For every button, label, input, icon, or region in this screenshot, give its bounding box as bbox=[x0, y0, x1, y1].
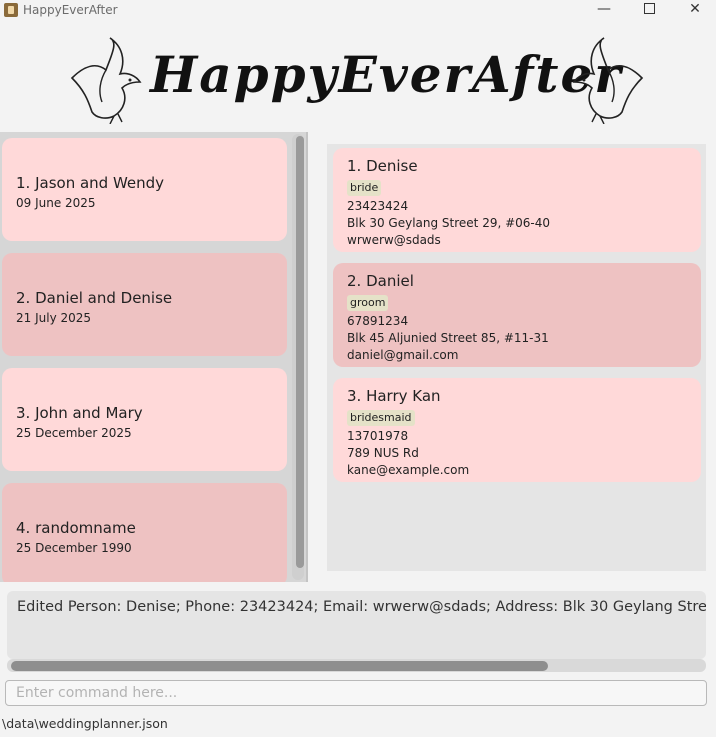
person-name: 3. Harry Kan bbox=[347, 387, 441, 405]
maximize-icon bbox=[643, 2, 655, 14]
wedding-date: 21 July 2025 bbox=[16, 311, 92, 325]
dove-right-icon bbox=[572, 37, 644, 124]
title-bar: HappyEverAfter — ✕ bbox=[0, 0, 716, 20]
person-phone: 23423424 bbox=[347, 199, 409, 213]
person-email: kane@example.com bbox=[347, 463, 470, 477]
person-address: Blk 45 Aljunied Street 85, #11-31 bbox=[347, 331, 549, 345]
wedding-card[interactable]: 1. Jason and Wendy 09 June 2025 bbox=[2, 138, 287, 241]
window-title: HappyEverAfter bbox=[23, 3, 118, 17]
person-email: wrwerw@sdads bbox=[347, 233, 441, 247]
person-phone: 13701978 bbox=[347, 429, 409, 443]
result-display[interactable]: Edited Person: Denise; Phone: 23423424; … bbox=[7, 591, 706, 659]
app-icon bbox=[4, 3, 18, 17]
wedding-name: 4. randomname bbox=[16, 519, 136, 537]
person-email: daniel@gmail.com bbox=[347, 348, 459, 362]
person-tag: groom bbox=[347, 295, 389, 311]
person-name: 1. Denise bbox=[347, 157, 418, 175]
person-card[interactable]: 2. Daniel groom 67891234 Blk 45 Aljunied… bbox=[333, 263, 701, 367]
wedding-name: 2. Daniel and Denise bbox=[16, 289, 173, 307]
wedding-date: 25 December 1990 bbox=[16, 541, 132, 555]
result-scroll-thumb[interactable] bbox=[11, 661, 548, 671]
person-address: 789 NUS Rd bbox=[347, 446, 419, 460]
dove-left-icon bbox=[70, 37, 142, 124]
person-card[interactable]: 3. Harry Kan bridesmaid 13701978 789 NUS… bbox=[333, 378, 701, 482]
wedding-list-scroll-thumb[interactable] bbox=[296, 136, 304, 568]
wedding-date: 25 December 2025 bbox=[16, 426, 132, 440]
person-tag: bridesmaid bbox=[347, 410, 415, 426]
save-file-path: \data\weddingplanner.json bbox=[2, 716, 168, 731]
person-phone: 67891234 bbox=[347, 314, 409, 328]
wedding-card[interactable]: 2. Daniel and Denise 21 July 2025 bbox=[2, 253, 287, 356]
wedding-card[interactable]: 3. John and Mary 25 December 2025 bbox=[2, 368, 287, 471]
wedding-name: 3. John and Mary bbox=[16, 404, 143, 422]
wedding-date: 09 June 2025 bbox=[16, 196, 96, 210]
wedding-name: 1. Jason and Wendy bbox=[16, 174, 165, 192]
result-text: Edited Person: Denise; Phone: 23423424; … bbox=[17, 599, 706, 615]
logo-banner: HappyEverAfter bbox=[0, 20, 716, 132]
close-button[interactable]: ✕ bbox=[672, 0, 716, 20]
wedding-list-panel[interactable]: 1. Jason and Wendy 09 June 2025 2. Danie… bbox=[0, 132, 308, 582]
person-name: 2. Daniel bbox=[347, 272, 414, 290]
person-card[interactable]: 1. Denise bride 23423424 Blk 30 Geylang … bbox=[333, 148, 701, 252]
person-address: Blk 30 Geylang Street 29, #06-40 bbox=[347, 216, 551, 230]
command-input[interactable] bbox=[5, 680, 707, 706]
app-logo: HappyEverAfter bbox=[150, 45, 623, 104]
maximize-button[interactable] bbox=[626, 0, 672, 20]
person-tag: bride bbox=[347, 180, 382, 196]
status-bar: \data\weddingplanner.json bbox=[0, 714, 716, 737]
wedding-card[interactable]: 4. randomname 25 December 1990 bbox=[2, 483, 287, 582]
minimize-button[interactable]: — bbox=[581, 0, 627, 20]
